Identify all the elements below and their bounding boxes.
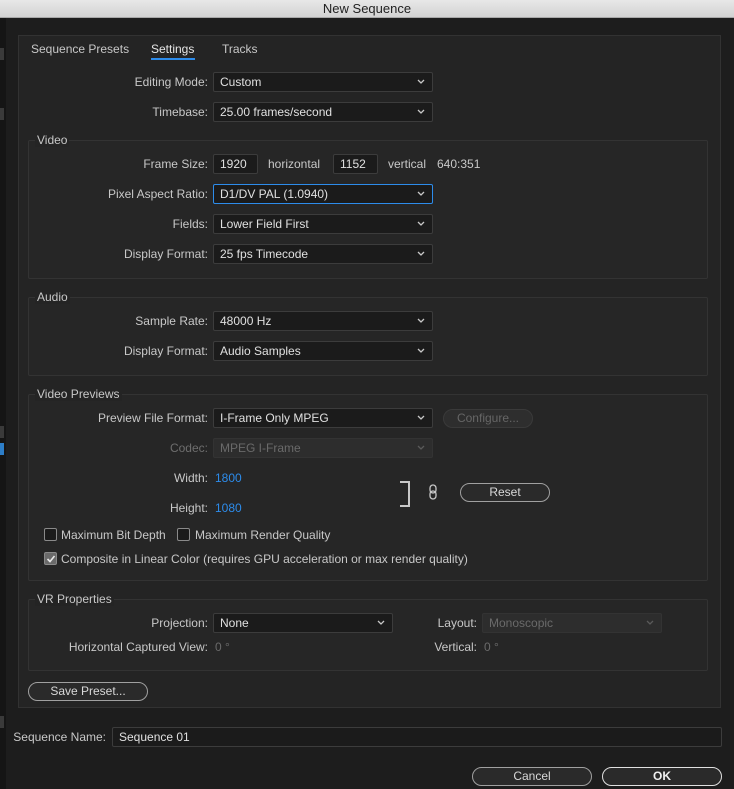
chevron-down-icon: [646, 620, 654, 625]
video-group-title: Video: [35, 133, 70, 147]
editing-mode-label: Editing Mode:: [134, 75, 208, 89]
codec-dropdown[interactable]: MPEG I-Frame: [213, 438, 433, 458]
video-display-format-dropdown[interactable]: 25 fps Timecode: [213, 244, 433, 264]
pixel-aspect-value: D1/DV PAL (1.0940): [220, 187, 329, 201]
vertical-label: vertical: [388, 157, 427, 171]
projection-dropdown[interactable]: None: [213, 613, 393, 633]
projection-value: None: [220, 616, 249, 630]
sample-rate-label: Sample Rate:: [135, 314, 208, 328]
projection-label: Projection:: [151, 616, 208, 630]
edge-mark: [0, 426, 4, 438]
chevron-down-icon: [417, 348, 425, 353]
vr-properties-group-title: VR Properties: [35, 592, 114, 606]
preview-width-label: Width:: [173, 471, 208, 485]
audio-group-title: Audio: [35, 290, 70, 304]
preview-file-format-label: Preview File Format:: [97, 411, 208, 425]
chevron-down-icon: [417, 109, 425, 114]
max-render-quality-label: Maximum Render Quality: [195, 528, 331, 542]
cancel-button[interactable]: Cancel: [472, 767, 592, 786]
sample-rate-dropdown[interactable]: 48000 Hz: [213, 311, 433, 331]
vertical-view-value: 0 °: [484, 640, 499, 654]
chevron-down-icon: [377, 620, 385, 625]
chevron-down-icon: [417, 221, 425, 226]
pixel-aspect-dropdown[interactable]: D1/DV PAL (1.0940): [213, 184, 433, 204]
configure-button[interactable]: Configure...: [443, 409, 533, 428]
preview-file-format-value: I-Frame Only MPEG: [220, 411, 329, 425]
audio-display-format-label: Display Format:: [123, 344, 208, 358]
layout-dropdown[interactable]: Monoscopic: [482, 613, 662, 633]
fields-value: Lower Field First: [220, 217, 309, 231]
horizontal-captured-view-value: 0 °: [215, 640, 230, 654]
sequence-name-label: Sequence Name:: [13, 730, 106, 744]
fields-label: Fields:: [172, 217, 208, 231]
aspect-readout: 640:351: [437, 157, 481, 171]
linear-color-label: Composite in Linear Color (requires GPU …: [61, 552, 468, 566]
link-icon[interactable]: [428, 484, 438, 500]
pixel-aspect-label: Pixel Aspect Ratio:: [107, 187, 208, 201]
preview-height-value[interactable]: 1080: [215, 501, 242, 515]
chevron-down-icon: [417, 318, 425, 323]
frame-width-field[interactable]: 1920: [213, 154, 258, 174]
vr-properties-group: [28, 599, 708, 671]
tab-settings[interactable]: Settings: [151, 42, 194, 56]
layout-value: Monoscopic: [489, 616, 554, 630]
editing-mode-dropdown[interactable]: Custom: [213, 72, 433, 92]
edge-mark-blue: [0, 443, 4, 455]
chevron-down-icon: [417, 415, 425, 420]
active-tab-indicator: [151, 58, 195, 60]
video-previews-group-title: Video Previews: [35, 387, 122, 401]
linear-color-checkbox[interactable]: [44, 552, 57, 565]
audio-display-format-value: Audio Samples: [220, 344, 301, 358]
timebase-dropdown[interactable]: 25.00 frames/second: [213, 102, 433, 122]
dimension-link-bracket: [400, 481, 410, 507]
horizontal-label: horizontal: [268, 157, 321, 171]
layout-label: Layout:: [437, 616, 477, 630]
vertical-view-label: Vertical:: [434, 640, 477, 654]
codec-label: Codec:: [169, 441, 208, 455]
checkmark-icon: [46, 555, 56, 563]
preview-height-label: Height:: [169, 501, 208, 515]
preview-width-value[interactable]: 1800: [215, 471, 242, 485]
tab-tracks[interactable]: Tracks: [222, 42, 258, 56]
timebase-value: 25.00 frames/second: [220, 105, 333, 119]
edge-mark: [0, 716, 4, 728]
edge-mark: [0, 48, 4, 60]
save-preset-button[interactable]: Save Preset...: [28, 682, 148, 701]
frame-height-field[interactable]: 1152: [333, 154, 378, 174]
preview-file-format-dropdown[interactable]: I-Frame Only MPEG: [213, 408, 433, 428]
left-edge-strip: [0, 18, 6, 789]
edge-mark: [0, 108, 4, 120]
reset-button[interactable]: Reset: [460, 483, 550, 502]
tab-sequence-presets[interactable]: Sequence Presets: [31, 42, 129, 56]
timebase-label: Timebase:: [152, 105, 208, 119]
chevron-down-icon: [417, 445, 425, 450]
video-display-format-value: 25 fps Timecode: [220, 247, 309, 261]
video-display-format-label: Display Format:: [123, 247, 208, 261]
audio-group: [28, 297, 708, 376]
max-render-quality-checkbox[interactable]: [177, 528, 190, 541]
horizontal-captured-view-label: Horizontal Captured View:: [68, 640, 208, 654]
fields-dropdown[interactable]: Lower Field First: [213, 214, 433, 234]
sequence-name-input[interactable]: Sequence 01: [112, 727, 722, 747]
window-title: New Sequence: [0, 0, 734, 18]
chevron-down-icon: [417, 191, 425, 196]
chevron-down-icon: [417, 251, 425, 256]
codec-value: MPEG I-Frame: [220, 441, 301, 455]
frame-size-label: Frame Size:: [143, 157, 208, 171]
editing-mode-value: Custom: [220, 75, 262, 89]
audio-display-format-dropdown[interactable]: Audio Samples: [213, 341, 433, 361]
max-bit-depth-label: Maximum Bit Depth: [61, 528, 166, 542]
sample-rate-value: 48000 Hz: [220, 314, 272, 328]
chevron-down-icon: [417, 79, 425, 84]
ok-button[interactable]: OK: [602, 767, 722, 786]
max-bit-depth-checkbox[interactable]: [44, 528, 57, 541]
